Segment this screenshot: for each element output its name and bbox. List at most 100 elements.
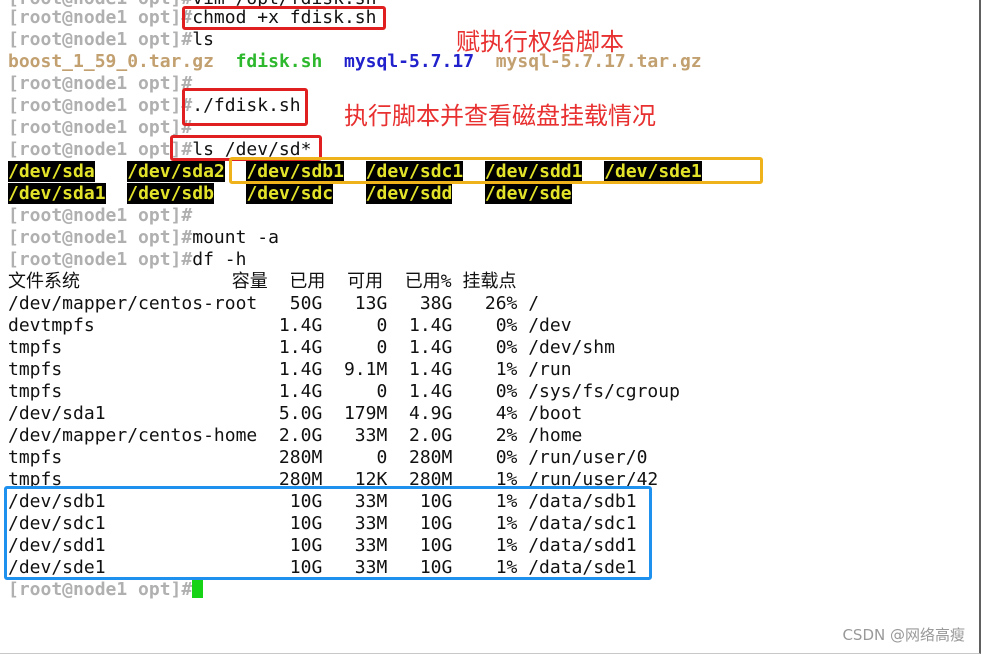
df-cell: /boot	[517, 403, 583, 424]
df-row: tmpfs 1.4G 9.1M 1.4G 1% /run	[8, 359, 572, 381]
df-header-cell: 挂载点	[451, 271, 517, 292]
df-row: tmpfs 280M 0 280M 0% /run/user/0	[8, 447, 647, 469]
df-cell: 179M	[322, 403, 388, 424]
df-cell: 1.4G	[387, 337, 453, 358]
df-cell: /dev/mapper/centos-home	[8, 425, 269, 446]
df-row: /dev/mapper/centos-root 50G 13G 38G 26% …	[8, 293, 539, 315]
df-row: tmpfs 1.4G 0 1.4G 0% /sys/fs/cgroup	[8, 381, 680, 403]
df-row: /dev/sda1 5.0G 179M 4.9G 4% /boot	[8, 403, 582, 425]
df-row: /dev/mapper/centos-home 2.0G 33M 2.0G 2%…	[8, 425, 582, 447]
df-cell: /run	[517, 359, 572, 380]
df-header-cell: 可用	[325, 271, 384, 292]
prompt: [root@node1 opt]#	[8, 117, 193, 138]
df-cell: 2.0G	[268, 425, 323, 446]
df-cell: /	[517, 293, 540, 314]
df-cell: 1.4G	[387, 381, 453, 402]
file-boost: boost_1_59_0.tar.gz	[8, 51, 214, 72]
text-cursor	[192, 579, 204, 598]
df-cell: tmpfs	[8, 381, 269, 402]
df-cell: 4%	[452, 403, 518, 424]
command: df -h	[192, 249, 247, 270]
df-header-row: 文件系统 容量 已用 可用 已用% 挂载点	[8, 271, 516, 293]
terminal-window[interactable]: [root@node1 opt]#vim /opt/fdisk.sh [root…	[0, 0, 981, 654]
df-row: devtmpfs 1.4G 0 1.4G 0% /dev	[8, 315, 572, 337]
prompt: [root@node1 opt]#	[8, 7, 193, 28]
df-cell: 4.9G	[387, 403, 453, 424]
terminal-line-current[interactable]: [root@node1 opt]#	[8, 579, 204, 601]
df-cell: /dev/sda1	[8, 403, 269, 424]
df-cell: 50G	[268, 293, 323, 314]
terminal-line-empty: [root@node1 opt]#	[8, 205, 192, 227]
prompt: [root@node1 opt]#	[8, 73, 193, 94]
df-cell: 2%	[452, 425, 518, 446]
df-cell: 1.4G	[268, 381, 323, 402]
highlight-new-partitions-box	[229, 157, 763, 184]
prompt: [root@node1 opt]#	[8, 249, 193, 270]
df-cell: /dev	[517, 315, 572, 336]
df-cell: 0%	[452, 337, 518, 358]
prompt: [root@node1 opt]#	[8, 205, 193, 226]
df-cell: /sys/fs/cgroup	[517, 381, 680, 402]
annotation-chmod-note: 赋执行权给脚本	[456, 28, 624, 56]
df-cell: 1.4G	[387, 315, 453, 336]
device-list-row-2: /dev/sda1 /dev/sdb /dev/sdc /dev/sdd /de…	[8, 183, 572, 205]
df-cell: /run/user/0	[517, 447, 648, 468]
annotation-run-note: 执行脚本并查看磁盘挂载情况	[344, 102, 656, 130]
df-cell: 2.0G	[387, 425, 453, 446]
prompt: [root@node1 opt]#	[8, 579, 193, 600]
df-cell: 0	[322, 447, 388, 468]
df-cell: 33M	[322, 425, 388, 446]
highlight-chmod-box	[182, 6, 386, 30]
df-header-cell: 已用	[267, 271, 326, 292]
df-cell: 38G	[387, 293, 453, 314]
df-header-cell: 文件系统	[8, 271, 232, 292]
device-entry: /dev/sda	[8, 161, 95, 182]
prompt: [root@node1 opt]#	[8, 227, 193, 248]
command: mount -a	[192, 227, 279, 248]
df-cell: 26%	[452, 293, 518, 314]
device-entry: /dev/sdd	[365, 183, 453, 204]
terminal-line-df: [root@node1 opt]#df -h	[8, 249, 246, 271]
df-cell: 280M	[268, 447, 323, 468]
df-cell: 0%	[452, 381, 518, 402]
file-mysql-dir: mysql-5.7.17	[343, 51, 475, 72]
device-entry: /dev/sdb	[127, 183, 214, 204]
df-cell: /home	[517, 425, 583, 446]
terminal-line-mount: [root@node1 opt]#mount -a	[8, 227, 279, 249]
df-cell: /dev/shm	[517, 337, 615, 358]
device-entry: /dev/sde	[484, 183, 572, 204]
df-cell: 1%	[452, 359, 518, 380]
df-cell: 9.1M	[322, 359, 388, 380]
terminal-line-empty: [root@node1 opt]#	[8, 73, 192, 95]
df-cell: 0%	[452, 447, 518, 468]
prompt: [root@node1 opt]#	[8, 95, 193, 116]
df-cell: 1.4G	[387, 359, 453, 380]
df-cell: tmpfs	[8, 447, 269, 468]
device-entry: /dev/sda1	[8, 183, 106, 204]
df-cell: 0	[322, 381, 388, 402]
prompt: [root@node1 opt]#	[8, 139, 193, 160]
command: ls	[192, 29, 214, 50]
df-cell: /dev/mapper/centos-root	[8, 293, 269, 314]
df-header-cell: 已用%	[383, 271, 452, 292]
df-cell: tmpfs	[8, 337, 269, 358]
df-cell: 1.4G	[268, 337, 323, 358]
df-cell: 1.4G	[268, 315, 323, 336]
device-entry: /dev/sda2	[127, 161, 225, 182]
device-entry: /dev/sdc	[246, 183, 334, 204]
df-cell: 0%	[452, 315, 518, 336]
terminal-line-ls: [root@node1 opt]#ls	[8, 29, 214, 51]
highlight-run-box	[182, 88, 308, 126]
df-cell: 1.4G	[268, 359, 323, 380]
terminal-line-empty: [root@node1 opt]#	[8, 117, 192, 139]
df-cell: 280M	[387, 447, 453, 468]
df-cell: 0	[322, 337, 388, 358]
df-row: tmpfs 1.4G 0 1.4G 0% /dev/shm	[8, 337, 615, 359]
highlight-mounted-disks-box	[4, 486, 652, 580]
df-cell: 13G	[322, 293, 388, 314]
csdn-watermark: CSDN @网络高瘦	[842, 626, 965, 644]
prompt: [root@node1 opt]#	[8, 29, 193, 50]
df-cell: devtmpfs	[8, 315, 269, 336]
df-cell: tmpfs	[8, 359, 269, 380]
file-fdisk: fdisk.sh	[235, 51, 323, 72]
